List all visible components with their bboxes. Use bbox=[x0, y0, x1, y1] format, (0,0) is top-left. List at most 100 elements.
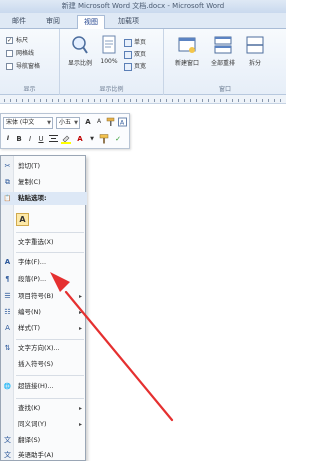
styles-quick-button[interactable]: A bbox=[117, 117, 127, 128]
menu-item-styles[interactable]: A 样式(T) ▸ bbox=[1, 322, 87, 335]
zoom-button[interactable]: 显示比例 bbox=[64, 35, 96, 67]
menu-separator bbox=[16, 252, 84, 253]
english-assistant-icon: 文 bbox=[4, 451, 11, 459]
styles-icon: A bbox=[117, 117, 127, 127]
ribbon-group-show: ✓ 标尺 网格线 导航窗格 显示 bbox=[0, 29, 60, 95]
submenu-arrow-icon: ▸ bbox=[78, 325, 82, 332]
dropdown-arrow-icon: ▼ bbox=[74, 120, 78, 126]
format-brush-button[interactable] bbox=[99, 134, 109, 145]
submenu-arrow-icon: ▸ bbox=[78, 421, 82, 428]
group-label-window: 窗口 bbox=[218, 86, 231, 93]
scissors-icon: ✂ bbox=[4, 162, 11, 170]
submenu-arrow-icon: ▸ bbox=[78, 309, 82, 316]
page-width-icon bbox=[124, 62, 132, 71]
font-size-combo[interactable]: 小五 ▼ bbox=[56, 117, 80, 129]
tab-view[interactable]: 视图 bbox=[77, 15, 105, 29]
menu-separator bbox=[16, 232, 84, 233]
ribbon-tab-strip: 邮件 审阅 视图 加载项 bbox=[0, 13, 286, 29]
split-icon bbox=[246, 36, 264, 54]
submenu-arrow-icon: ▸ bbox=[78, 405, 82, 412]
italic-small-button[interactable]: I bbox=[3, 134, 13, 145]
underline-button[interactable]: U bbox=[36, 134, 46, 145]
paragraph-icon: ¶ bbox=[5, 275, 10, 283]
menu-item-paste-options: 📋 粘贴选项: bbox=[1, 192, 87, 205]
paintbrush-icon bbox=[99, 134, 109, 144]
tab-review[interactable]: 审阅 bbox=[40, 15, 66, 29]
highlight-button[interactable] bbox=[61, 134, 71, 145]
menu-separator bbox=[16, 398, 84, 399]
dropdown-arrow-icon: ▼ bbox=[47, 120, 51, 126]
submenu-arrow-icon: ▸ bbox=[78, 293, 82, 300]
gridlines-checkbox[interactable]: 网格线 bbox=[6, 48, 34, 57]
arrange-all-button[interactable]: 全部重排 bbox=[206, 35, 240, 67]
menu-separator bbox=[16, 339, 84, 340]
styles-icon: A bbox=[5, 324, 10, 332]
split-button[interactable]: 拆分 bbox=[242, 35, 268, 67]
ruler-ticks bbox=[4, 99, 282, 102]
magnifier-icon bbox=[72, 36, 88, 54]
menu-item-font[interactable]: A 字体(F)... bbox=[1, 256, 87, 269]
new-window-icon bbox=[178, 37, 196, 53]
menu-separator bbox=[16, 375, 84, 376]
group-label-zoom: 显示比例 bbox=[99, 86, 124, 93]
menu-item-synonyms[interactable]: 同义词(Y) ▸ bbox=[1, 418, 87, 431]
page-100-icon bbox=[102, 35, 116, 54]
menu-item-bullets[interactable]: ☰ 项目符号(B) ▸ bbox=[1, 290, 87, 303]
menu-item-text-direction[interactable]: ⇅ 文字方向(X)... bbox=[1, 342, 87, 355]
page-width-button[interactable]: 页宽 bbox=[124, 61, 146, 71]
ribbon-group-window: 新建窗口 全部重排 拆分 窗口 bbox=[164, 29, 286, 95]
font-color-button[interactable]: A bbox=[75, 134, 85, 145]
shrink-font-button[interactable]: A bbox=[94, 117, 104, 128]
ruler-checkbox[interactable]: ✓ 标尺 bbox=[6, 35, 28, 44]
zoom-100-button[interactable]: 100% bbox=[98, 35, 120, 65]
one-page-button[interactable]: 单页 bbox=[124, 37, 146, 47]
align-center-icon bbox=[48, 135, 58, 142]
menu-item-hyperlink[interactable]: 🌐 超链接(H)... bbox=[1, 380, 87, 393]
numbering-icon: ☷ bbox=[4, 308, 11, 316]
bold-button[interactable]: B bbox=[14, 134, 24, 145]
ribbon: ✓ 标尺 网格线 导航窗格 显示 显示比例 100% 单页 双页 页宽 显示比例… bbox=[0, 29, 286, 95]
paste-icon: 📋 bbox=[3, 195, 12, 202]
arrange-all-icon bbox=[214, 36, 232, 54]
checkbox-icon bbox=[6, 50, 13, 57]
menu-item-translate[interactable]: 文 翻译(S) bbox=[1, 434, 87, 447]
two-pages-button[interactable]: 双页 bbox=[124, 49, 146, 59]
menu-item-insert-symbol[interactable]: 插入符号(S) bbox=[1, 358, 87, 371]
mini-toolbar: 宋体 (中文 ▼ 小五 ▼ A A A I B I U A ▼ ✓ bbox=[0, 113, 130, 149]
context-menu: ✂ 剪切(T) ⧉ 复制(C) 📋 粘贴选项: A 文字重选(X) A 字体(F… bbox=[0, 155, 87, 461]
bullets-icon: ☰ bbox=[4, 292, 11, 300]
italic-button[interactable]: I bbox=[25, 134, 35, 145]
menu-item-paragraph[interactable]: ¶ 段落(P)... bbox=[1, 273, 87, 286]
format-painter-icon bbox=[106, 117, 114, 126]
align-center-button[interactable] bbox=[48, 134, 58, 145]
checkbox-checked-icon: ✓ bbox=[6, 37, 13, 44]
group-label-show: 显示 bbox=[23, 86, 36, 93]
new-window-button[interactable]: 新建窗口 bbox=[170, 35, 204, 67]
ribbon-group-zoom: 显示比例 100% 单页 双页 页宽 显示比例 bbox=[60, 29, 164, 95]
translate-icon: 文 bbox=[4, 436, 11, 444]
checkbox-icon bbox=[6, 63, 13, 70]
one-page-icon bbox=[124, 38, 132, 47]
dropdown-arrow-icon[interactable]: ▼ bbox=[87, 134, 97, 145]
menu-item-reconvert[interactable]: 文字重选(X) bbox=[1, 236, 87, 249]
checkmark-icon[interactable]: ✓ bbox=[113, 134, 123, 145]
menu-item-numbering[interactable]: ☷ 编号(N) ▸ bbox=[1, 306, 87, 319]
title-bar: 新建 Microsoft Word 文档.docx - Microsoft Wo… bbox=[0, 0, 286, 13]
navigation-pane-checkbox[interactable]: 导航窗格 bbox=[6, 61, 40, 70]
grow-font-button[interactable]: A bbox=[83, 117, 93, 128]
format-painter-button[interactable] bbox=[105, 117, 115, 128]
horizontal-ruler[interactable] bbox=[0, 95, 286, 104]
text-direction-icon: ⇅ bbox=[4, 344, 11, 352]
font-name-combo[interactable]: 宋体 (中文 ▼ bbox=[3, 117, 53, 129]
font-icon: A bbox=[4, 258, 11, 266]
tab-addins[interactable]: 加载项 bbox=[112, 15, 145, 29]
paste-keep-text-only-button[interactable]: A bbox=[16, 213, 29, 226]
menu-item-cut[interactable]: ✂ 剪切(T) bbox=[1, 160, 87, 173]
menu-item-lookup[interactable]: 查找(K) ▸ bbox=[1, 402, 87, 415]
highlighter-icon bbox=[61, 135, 71, 144]
menu-item-english-assistant[interactable]: 文 英语助手(A) bbox=[1, 449, 87, 461]
tab-mailings[interactable]: 邮件 bbox=[6, 15, 32, 29]
hyperlink-icon: 🌐 bbox=[3, 383, 12, 390]
menu-item-copy[interactable]: ⧉ 复制(C) bbox=[1, 176, 87, 189]
copy-icon: ⧉ bbox=[5, 178, 10, 186]
